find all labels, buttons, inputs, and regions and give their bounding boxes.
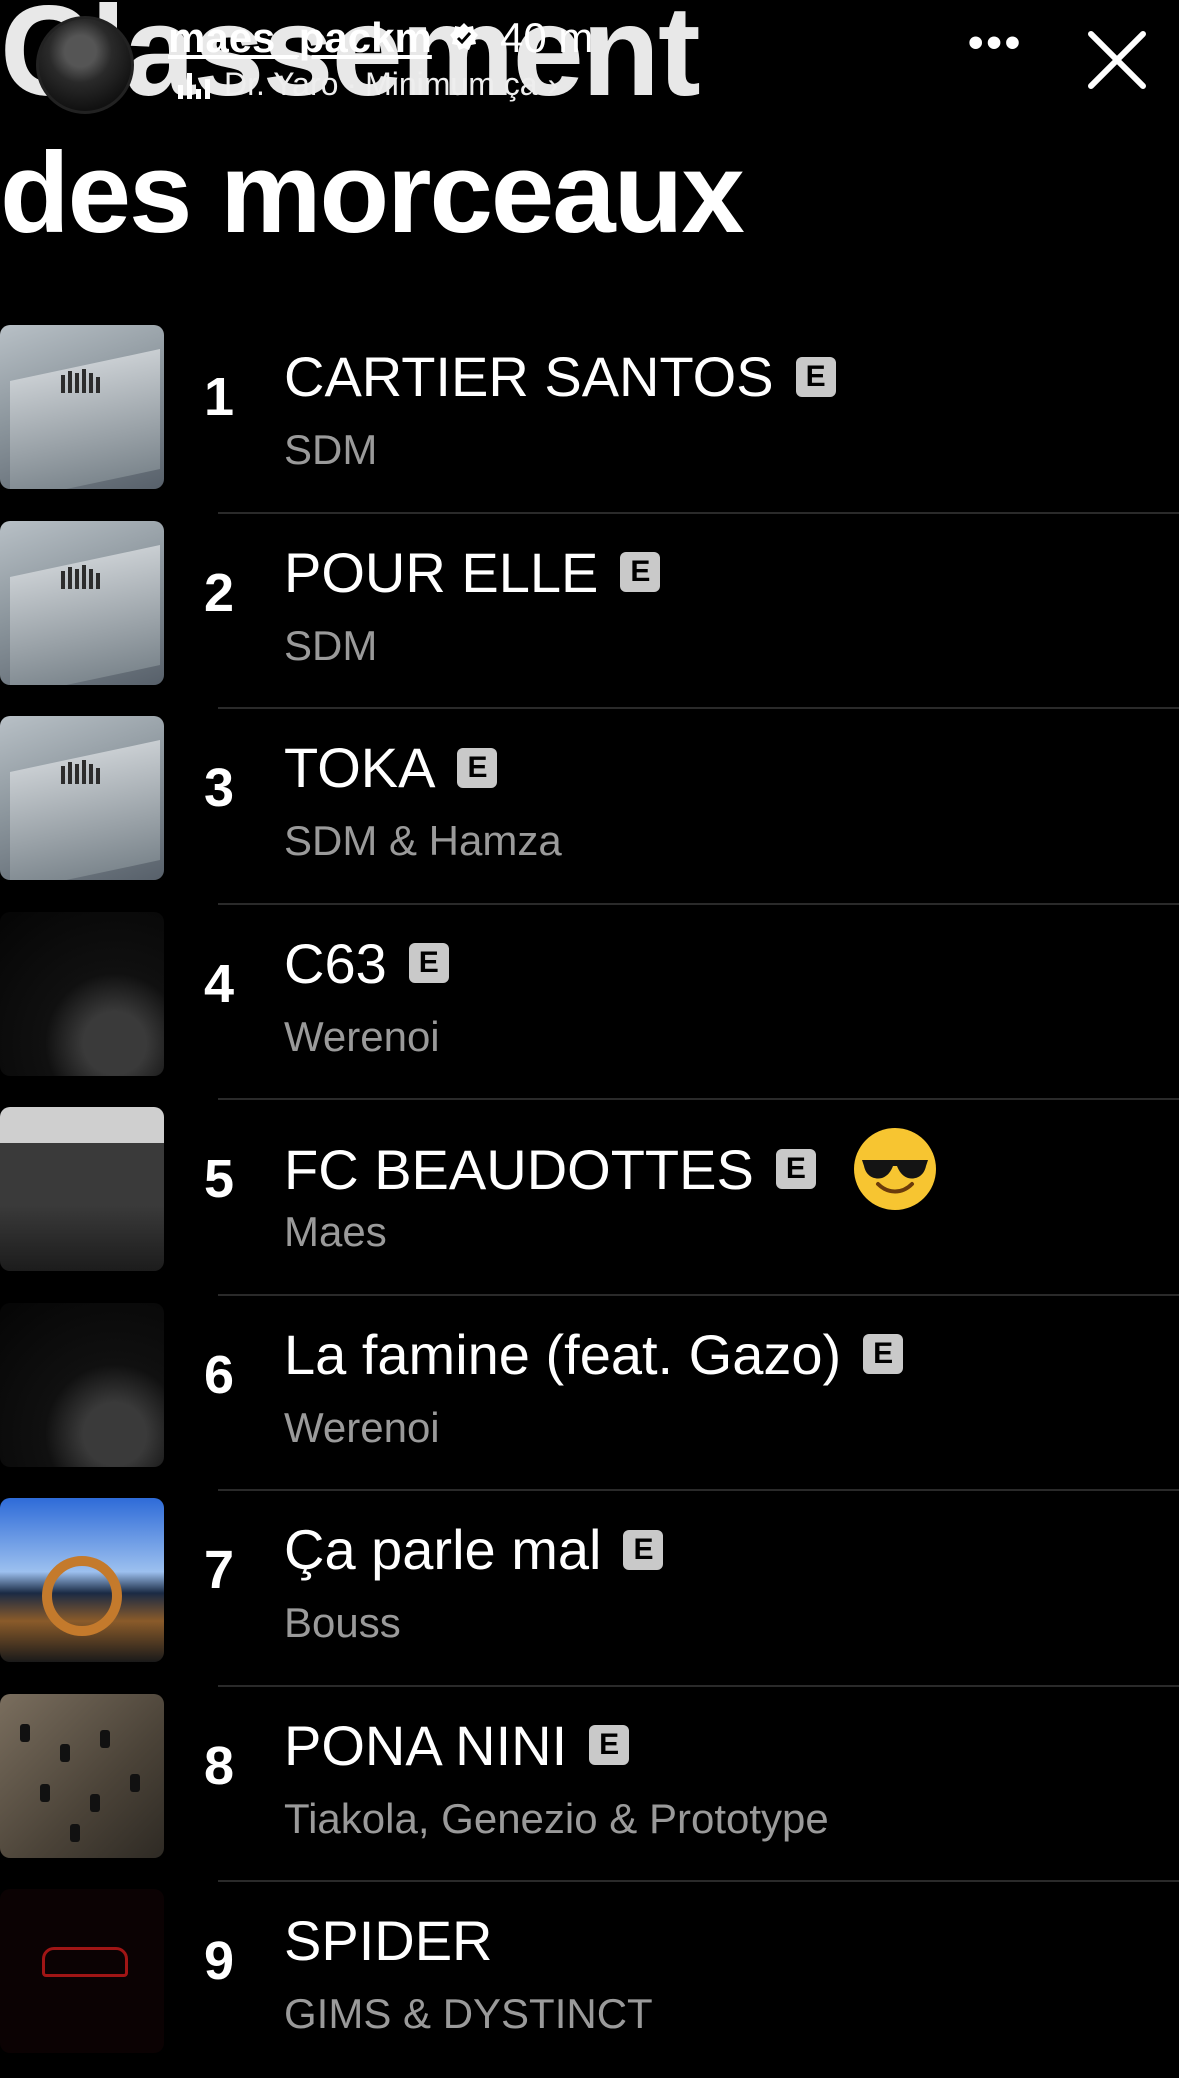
avatar[interactable] [36,16,134,114]
track-row[interactable]: 6 La famine (feat. Gazo) E Werenoi [0,1296,1179,1491]
story-header: maes_packm 40 m Dr. Yaro · Minimum ça › … [0,0,1179,120]
rank-number: 6 [203,1344,235,1405]
music-title: Minimum ça [365,66,538,102]
more-horizontal-icon: ••• [968,18,1024,67]
track-artist: Maes [284,1208,387,1255]
rank-number: 3 [203,758,235,818]
track-title-text: PONA NINI [284,1713,568,1777]
track-artist: Werenoi [284,1403,440,1451]
rank-number: 9 [203,1931,235,1991]
explicit-badge: E [795,356,836,397]
rank-number: 5 [203,1149,235,1209]
explicit-badge: E [408,943,449,983]
rank-number: 7 [203,1540,235,1600]
track-artist: SDM [284,621,378,669]
album-art [0,1107,164,1271]
rank-number: 1 [203,367,235,427]
track-artist: GIMS & DYSTINCT [284,1990,653,2037]
album-art [0,716,164,880]
sunglasses-emoji-icon [853,1128,936,1210]
track-title-text: FC BEAUDOTTES [284,1137,754,1201]
track-title: SPIDER [284,1908,493,1973]
track-title: C63 E [284,931,449,996]
rank-number: 2 [203,562,235,623]
page-subtitle: des morceaux [0,130,745,257]
track-title: FC BEAUDOTTES E [284,1126,938,1212]
album-art [0,911,164,1076]
explicit-badge: E [589,1725,630,1765]
verified-badge-icon [450,23,478,50]
music-attribution[interactable]: Dr. Yaro · Minimum ça › [178,66,558,103]
track-title: Ça parle mal E [284,1517,664,1582]
explicit-badge: E [457,747,498,788]
more-options-button[interactable]: ••• [968,18,1023,68]
track-title: PONA NINI E [284,1713,630,1778]
explicit-badge: E [863,1334,904,1374]
rank-number: 8 [203,1735,235,1796]
explicit-badge: E [623,1529,664,1570]
album-art [0,1498,164,1662]
track-artist: Werenoi [284,1012,440,1060]
track-title-text: La famine (feat. Gazo) [284,1322,842,1386]
album-art [0,1693,164,1858]
track-row[interactable]: 8 PONA NINI E Tiakola, Genezio & Prototy… [0,1687,1179,1882]
close-icon[interactable] [1085,28,1149,92]
explicit-badge: E [620,552,661,592]
track-row[interactable]: 3 TOKA E SDM & Hamza [0,709,1179,905]
music-bars-icon [178,71,210,99]
track-row[interactable]: 4 C63 E Werenoi [0,905,1179,1100]
album-art [0,325,164,489]
track-title: TOKA E [284,735,498,800]
track-title-text: CARTIER SANTOS [284,345,774,408]
track-list: 1 CARTIER SANTOS E SDM 2 POUR ELLE E SDM… [0,318,1179,2078]
album-art [0,1302,164,1467]
track-row[interactable]: 5 FC BEAUDOTTES E Maes [0,1100,1179,1296]
track-artist: SDM & Hamza [284,817,562,864]
story-time: 40 m [500,14,594,61]
track-row[interactable]: 1 CARTIER SANTOS E SDM [0,318,1179,514]
explicit-badge: E [775,1149,816,1189]
music-artist: Dr. Yaro [224,66,339,102]
track-row[interactable]: 2 POUR ELLE E SDM [0,514,1179,709]
track-title: CARTIER SANTOS E [284,344,836,409]
album-art [0,520,164,685]
chevron-right-icon: › [547,66,559,102]
track-artist: Tiakola, Genezio & Prototype [284,1794,829,1842]
track-title-text: Ça parle mal [284,1518,602,1581]
story-username[interactable]: maes_packm [168,14,432,62]
track-title-text: SPIDER [284,1909,493,1972]
track-artist: Bouss [284,1599,401,1646]
track-artist: SDM [284,426,378,473]
track-title-text: POUR ELLE [284,540,599,604]
track-row[interactable]: 7 Ça parle mal E Bouss [0,1491,1179,1687]
track-title: La famine (feat. Gazo) E [284,1322,904,1387]
rank-number: 4 [203,953,235,1014]
album-art [0,1889,164,2053]
track-title-text: TOKA [284,736,436,799]
track-row[interactable]: 9 SPIDER GIMS & DYSTINCT [0,1882,1179,2078]
music-separator: · [346,66,358,102]
track-title: POUR ELLE E [284,540,661,605]
track-title-text: C63 [284,931,387,995]
